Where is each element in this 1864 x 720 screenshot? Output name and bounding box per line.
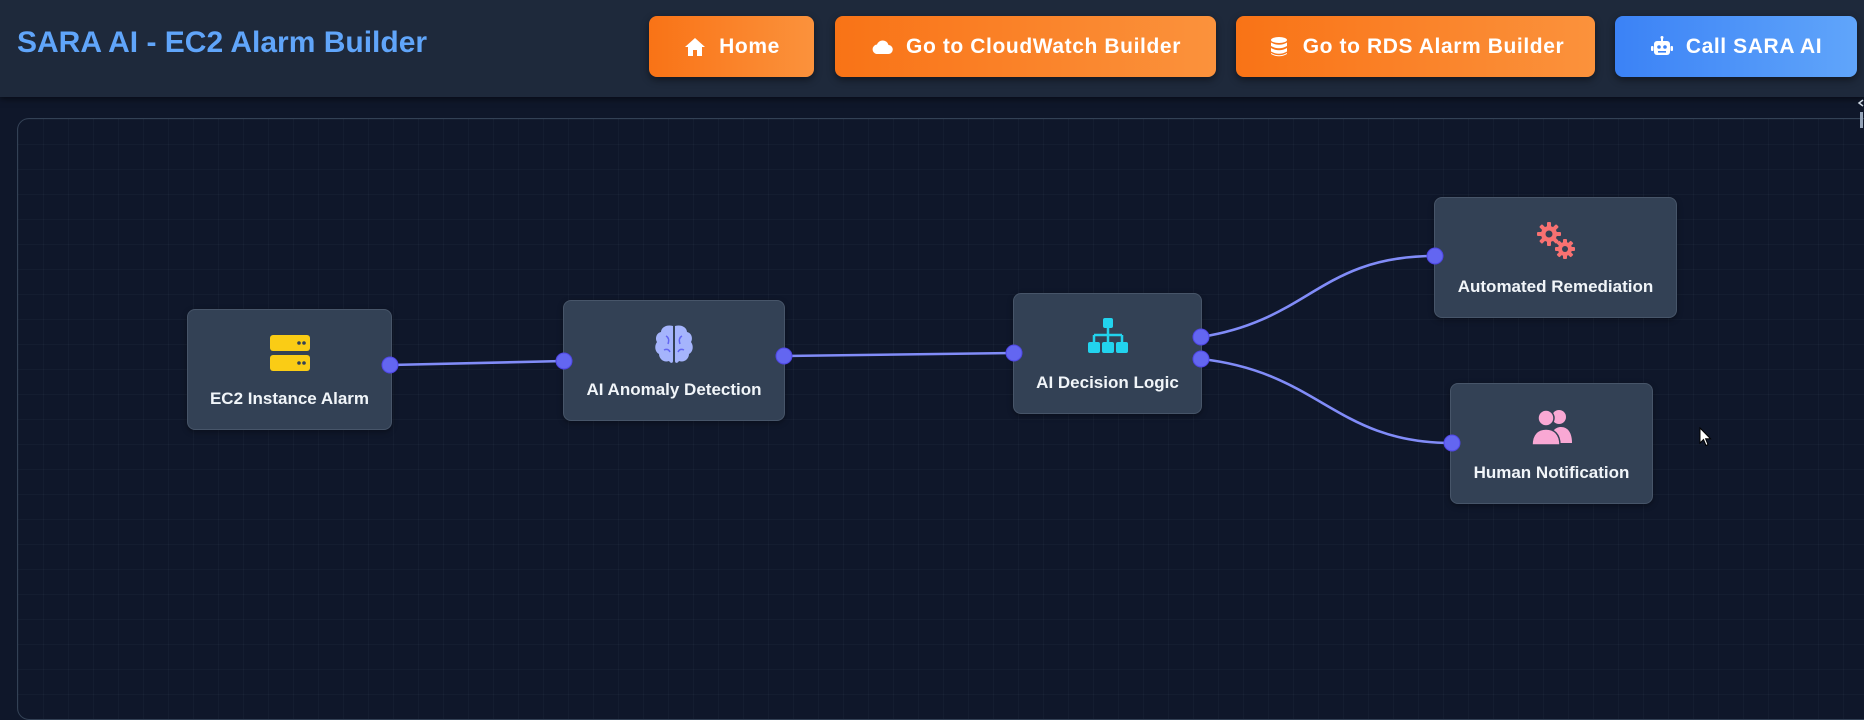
scroll-indicator[interactable] [1857,98,1864,128]
port-remediation-input[interactable] [1426,247,1444,265]
node-human-notification[interactable]: Human Notification [1450,383,1653,504]
users-icon [1530,408,1572,446]
robot-icon [1650,35,1673,55]
node-label: AI Decision Logic [1036,372,1179,392]
database-icon [1270,36,1287,56]
port-notification-input[interactable] [1443,434,1461,452]
cloudwatch-builder-button[interactable]: Go to CloudWatch Builder [835,16,1216,77]
node-label: EC2 Instance Alarm [209,388,370,408]
cogs-icon [1536,221,1575,259]
port-anomaly-input[interactable] [555,352,573,370]
node-ai-decision-logic[interactable]: AI Decision Logic [1013,293,1202,414]
brain-icon [655,324,693,363]
rds-button-label: Go to RDS Alarm Builder [1302,34,1565,58]
home-button-label: Home [719,34,780,58]
node-label: Automated Remediation [1457,276,1654,296]
call-sara-ai-button[interactable]: Call SARA AI [1615,16,1857,77]
node-label: Human Notification [1473,462,1630,482]
port-decision-output-remediation[interactable] [1192,328,1210,346]
mouse-cursor-icon [1699,427,1712,447]
cloudwatch-button-label: Go to CloudWatch Builder [906,34,1181,58]
port-ec2-output[interactable] [381,356,399,374]
call-sara-button-label: Call SARA AI [1685,34,1823,58]
port-decision-input[interactable] [1005,344,1023,362]
node-automated-remediation[interactable]: Automated Remediation [1434,197,1677,318]
sitemap-icon [1087,317,1128,353]
node-ec2-instance-alarm[interactable]: EC2 Instance Alarm [187,309,392,430]
server-icon [269,334,310,371]
home-button[interactable]: Home [649,16,814,77]
port-decision-output-notification[interactable] [1192,350,1210,368]
page-title: SARA AI - EC2 Alarm Builder [17,26,428,59]
top-bar: SARA AI - EC2 Alarm Builder Home Go to C… [0,0,1864,97]
home-icon [685,37,706,56]
node-label: AI Anomaly Detection [586,379,762,399]
port-anomaly-output[interactable] [775,347,793,365]
node-ai-anomaly-detection[interactable]: AI Anomaly Detection [563,300,785,421]
cloud-icon [872,39,893,54]
rds-builder-button[interactable]: Go to RDS Alarm Builder [1236,16,1595,77]
